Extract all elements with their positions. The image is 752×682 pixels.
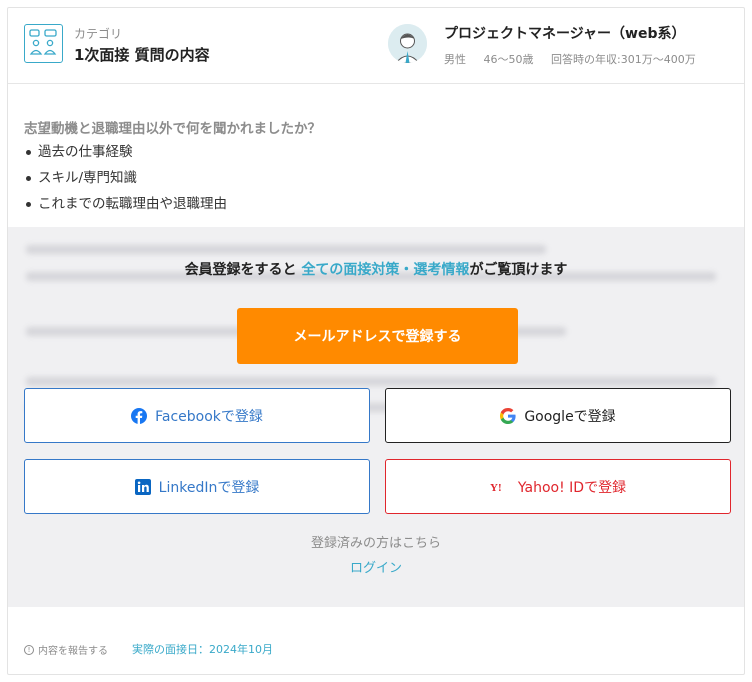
avatar (388, 24, 427, 63)
google-icon (500, 407, 516, 424)
login-link[interactable]: ログイン (8, 557, 744, 576)
category-icon (24, 24, 63, 63)
respondent-meta: 男性 46〜50歳 回答時の年収:301万〜400万 (444, 51, 710, 67)
facebook-signup-label: Facebookで登録 (155, 408, 263, 425)
google-signup-label: Googleで登録 (524, 408, 616, 425)
signup-prompt-post: がご覧頂けます (469, 262, 568, 278)
signup-prompt-highlight: 全ての面接対策・選考情報 (301, 262, 470, 278)
report-link[interactable]: ! 内容を報告する (24, 642, 108, 657)
blurred-text (26, 245, 546, 254)
list-item: スキル/専門知識 (24, 168, 227, 194)
linkedin-icon (134, 478, 151, 495)
facebook-signup-button[interactable]: Facebookで登録 (24, 388, 370, 443)
yahoo-signup-label: Yahoo! IDで登録 (517, 479, 627, 496)
interview-card: カテゴリ 1次面接 質問の内容 プロジェクトマネージャー（web系） 男性 46… (7, 7, 745, 675)
linkedin-signup-label: LinkedInで登録 (158, 479, 260, 496)
question-title: 志望動機と退職理由以外で何を聞かれましたか？ (24, 121, 321, 137)
yahoo-icon: Y! (490, 481, 510, 493)
facebook-icon (131, 407, 148, 424)
category-title: 1次面接 質問の内容 (74, 46, 210, 64)
category-label: カテゴリ (74, 27, 123, 41)
interview-date: 実際の面接日：2024年10月 (132, 643, 273, 656)
yahoo-signup-button[interactable]: Y! Yahoo! IDで登録 (385, 459, 731, 514)
job-title: プロジェクトマネージャー（web系） (444, 26, 686, 42)
report-label: 内容を報告する (38, 646, 108, 657)
age-range: 46〜50歳 (483, 53, 534, 66)
signup-prompt: 会員登録をすると 全ての面接対策・選考情報がご覧頂けます (8, 259, 744, 279)
already-registered-text: 登録済みの方はこちら (310, 536, 441, 551)
list-item: 過去の仕事経験 (24, 142, 227, 168)
card-header: カテゴリ 1次面接 質問の内容 プロジェクトマネージャー（web系） 男性 46… (8, 8, 744, 84)
svg-text:Y!: Y! (490, 482, 502, 493)
gender: 男性 (444, 53, 466, 66)
linkedin-signup-button[interactable]: LinkedInで登録 (24, 459, 370, 514)
blurred-text (26, 377, 716, 386)
email-signup-button[interactable]: メールアドレスで登録する (237, 308, 518, 364)
google-signup-button[interactable]: Googleで登録 (385, 388, 731, 443)
answer-list: 過去の仕事経験 スキル/専門知識 これまでの転職理由や退職理由 (24, 142, 227, 220)
salary-range: 回答時の年収:301万〜400万 (551, 53, 696, 66)
info-icon: ! (24, 644, 34, 655)
signup-prompt-pre: 会員登録をすると (184, 262, 297, 278)
list-item: これまでの転職理由や退職理由 (24, 194, 227, 220)
